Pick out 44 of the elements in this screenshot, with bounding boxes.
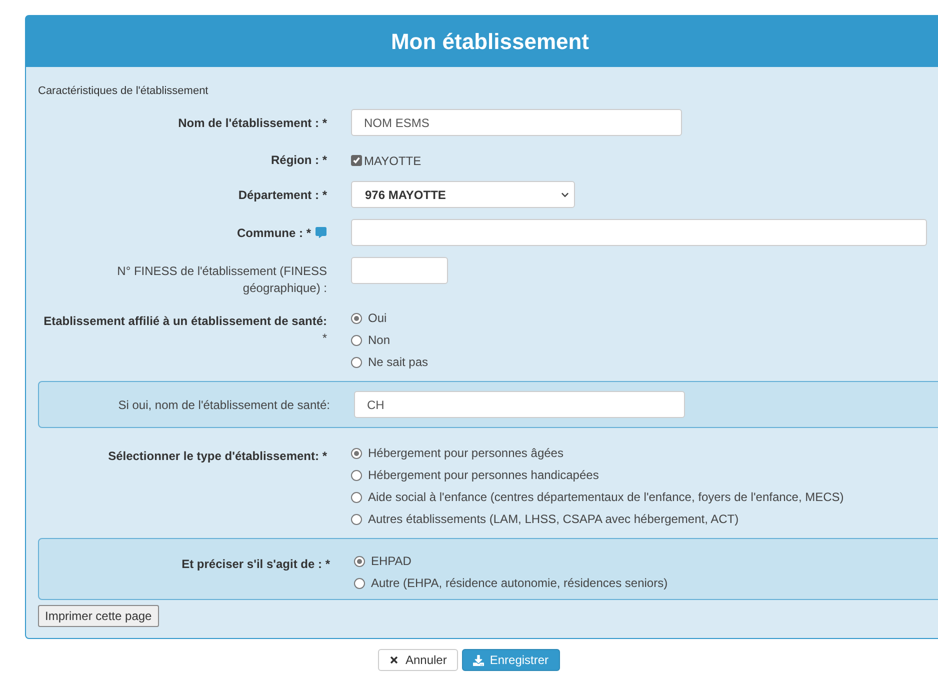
required-mark: * (322, 331, 327, 345)
radio-button[interactable] (351, 448, 362, 458)
department-select[interactable]: 976 MAYOTTE (351, 181, 575, 208)
field-label: Nom de l'établissement : * (178, 116, 327, 130)
radio-button[interactable] (351, 334, 362, 346)
text-field[interactable]: CH (354, 391, 685, 418)
radio-label: Autres établissements (LAM, LHSS, CSAPA avec hébergement, ACT) (368, 511, 739, 528)
cancel-button[interactable]: Annuler (378, 649, 458, 671)
check-icon (352, 156, 361, 165)
field-label: Département : * (238, 188, 327, 202)
radio-label: Hébergement pour personnes handicapées (368, 467, 599, 484)
field-label: Région : * (271, 153, 327, 167)
field-label: Et préciser s'il s'agit de : * (182, 557, 330, 571)
radio-label: Ne sait pas (368, 354, 428, 371)
close-icon (389, 655, 400, 665)
checkbox[interactable] (351, 155, 362, 166)
field-label: N° FINESS de l'établissement (FINESS géographique) : (117, 264, 327, 295)
print-button[interactable]: Imprimer cette page (38, 605, 159, 627)
radio-label: Aide social à l'enfance (centres départementaux de l'enfance, foyers de l'enfance, MECS) (368, 489, 844, 506)
radio-button[interactable] (351, 356, 362, 368)
radio-button[interactable] (354, 556, 365, 566)
download-icon (472, 654, 484, 666)
text-field[interactable] (351, 257, 448, 284)
radio-label: Non (368, 332, 390, 349)
radio-button[interactable] (354, 578, 365, 588)
radio-button[interactable] (351, 312, 362, 324)
radio-button[interactable] (351, 492, 362, 502)
text-field[interactable] (351, 219, 927, 246)
field-label: Etablissement affilié à un établissement de santé: (44, 314, 327, 328)
radio-label: Autre (EHPA, résidence autonomie, résidences seniors) (371, 575, 668, 592)
radio-label: Hébergement pour personnes âgées (368, 445, 564, 462)
section-title: Caractéristiques de l'établissement (38, 84, 210, 98)
field-label: Sélectionner le type d'établissement: * (108, 449, 327, 463)
field-label: Si oui, nom de l'établissement de santé: (118, 398, 330, 412)
radio-button[interactable] (351, 470, 362, 480)
radio-button[interactable] (351, 514, 362, 524)
page-title: Mon établissement (390, 28, 590, 56)
radio-label: EHPAD (371, 553, 412, 570)
checkbox-label: MAYOTTE (364, 152, 422, 170)
radio-label: Oui (368, 310, 387, 327)
field-label: Commune : * (236, 226, 311, 240)
text-field[interactable]: NOM ESMS (351, 109, 682, 136)
chevron-down-icon (561, 190, 569, 198)
comment-icon[interactable] (315, 227, 327, 238)
